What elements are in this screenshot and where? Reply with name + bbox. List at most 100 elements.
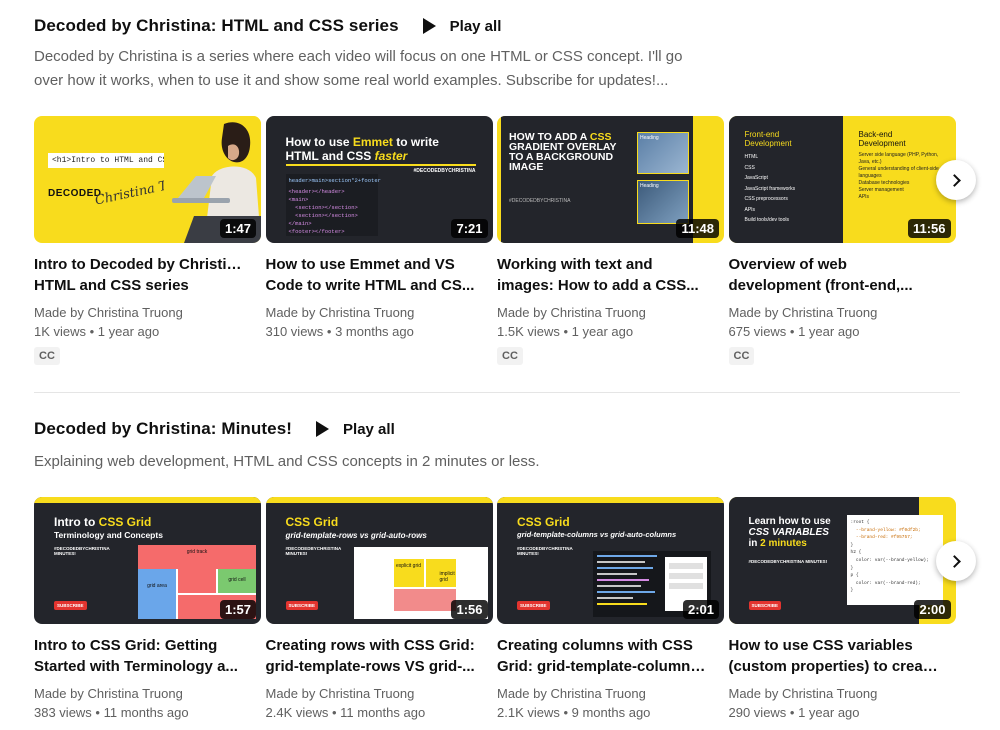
- thumb-text: Learn how to use: [748, 516, 831, 527]
- section-header: Decoded by Christina: Minutes! Play all: [34, 419, 395, 439]
- channel-name[interactable]: Made by Christina Truong: [729, 304, 956, 322]
- thumb-tag: #DECODEDBYCHRISTINA: [509, 198, 571, 204]
- channel-name[interactable]: Made by Christina Truong: [266, 685, 493, 703]
- video-card[interactable]: CSS Grid grid-template-rows vs grid-auto…: [265, 497, 493, 723]
- title-line: Intro to CSS Grid: Getting: [34, 637, 218, 654]
- subscribe-badge: SUBSCRIBE: [748, 601, 782, 610]
- video-thumbnail[interactable]: <h1>Intro to HTML and CSS</h1> DECODED C…: [34, 116, 261, 243]
- list-item: General understanding of client-side lan…: [858, 166, 939, 179]
- thumb-subheading: grid-template-columns vs grid-auto-colum…: [517, 530, 677, 539]
- section-title[interactable]: Decoded by Christina: HTML and CSS serie…: [34, 16, 399, 36]
- section-header: Decoded by Christina: HTML and CSS serie…: [34, 16, 501, 36]
- thumb-text: CSS Grid: [98, 515, 152, 529]
- code-line: h2 {: [850, 550, 862, 556]
- play-all-button[interactable]: Play all: [316, 421, 395, 438]
- thumb-subheading: Terminology and Concepts: [54, 530, 163, 540]
- thumb-text: CSS VARIABLES: [748, 527, 829, 538]
- list-item: Server side language (PHP, Python, Java,…: [858, 152, 939, 165]
- video-thumbnail[interactable]: Intro to CSS Grid Terminology and Concep…: [34, 497, 261, 624]
- thumb-text: in: [748, 538, 761, 549]
- section-description: Decoded by Christina is a series where e…: [34, 45, 714, 93]
- video-card[interactable]: <h1>Intro to HTML and CSS</h1> DECODED C…: [34, 116, 261, 365]
- video-card[interactable]: How to use Emmet to write HTML and CSS f…: [265, 116, 493, 365]
- channel-name[interactable]: Made by Christina Truong: [497, 685, 724, 703]
- video-thumbnail[interactable]: Front-end Development HTML CSS JavaScrip…: [728, 116, 956, 243]
- title-line: How to use CSS variables: [728, 637, 913, 654]
- play-all-label: Play all: [343, 420, 395, 438]
- video-title[interactable]: Working with text and images: How to add…: [497, 254, 707, 296]
- title-line: Grid: grid-template-columns...: [497, 658, 707, 675]
- thumb-image-card: Heading: [637, 132, 689, 174]
- video-card[interactable]: CSS Grid grid-template-columns vs grid-a…: [497, 497, 724, 723]
- video-meta: 383 views • 11 months ago: [34, 705, 189, 720]
- video-title[interactable]: Creating columns with CSS Grid: grid-tem…: [497, 635, 707, 677]
- title-line: Code to write HTML and CS...: [265, 277, 475, 294]
- list-item: Database technologies: [858, 180, 910, 186]
- code-line: <footer></footer>: [288, 228, 345, 235]
- implicit-grid: implicit grid: [439, 571, 455, 583]
- thumb-heading: How to use Emmet to write HTML and CSS f…: [285, 135, 439, 164]
- video-thumbnail[interactable]: How to use Emmet to write HTML and CSS f…: [265, 116, 493, 243]
- video-title[interactable]: Overview of web development (front-end,.…: [729, 254, 939, 296]
- video-thumbnail[interactable]: HOW TO ADD A CSS GRADIENT OVERLAY TO A B…: [497, 116, 724, 243]
- thumb-back-list: Server side language (PHP, Python, Java,…: [859, 152, 944, 201]
- channel-name[interactable]: Made by Christina Truong: [729, 685, 956, 703]
- channel-name[interactable]: Made by Christina Truong: [34, 685, 261, 703]
- video-thumbnail[interactable]: Learn how to use CSS VARIABLES in 2 minu…: [728, 497, 956, 624]
- thumb-text: HTML and CSS: [285, 148, 375, 163]
- title-line: Started with Terminology a...: [34, 658, 238, 675]
- description-line: Decoded by Christina is a series where e…: [34, 48, 683, 65]
- chevron-right-icon: [948, 173, 961, 187]
- video-meta: 675 views • 1 year ago: [728, 324, 860, 339]
- code-line: <main>: [288, 196, 309, 203]
- channel-name[interactable]: Made by Christina Truong: [34, 304, 261, 322]
- list-item: JavaScript: [744, 175, 768, 181]
- video-card[interactable]: HOW TO ADD A CSS GRADIENT OVERLAY TO A B…: [497, 116, 724, 365]
- video-meta: 2.1K views • 9 months ago: [497, 705, 651, 720]
- video-title[interactable]: How to use Emmet and VS Code to write HT…: [266, 254, 476, 296]
- title-line: Overview of web: [728, 256, 847, 273]
- thumb-heading: CSS Grid: [285, 515, 339, 529]
- video-thumbnail[interactable]: CSS Grid grid-template-rows vs grid-auto…: [265, 497, 493, 624]
- grid-track: grid track: [138, 545, 256, 569]
- video-card[interactable]: Intro to CSS Grid Terminology and Concep…: [34, 497, 261, 723]
- title-line: grid-template-rows VS grid-...: [265, 658, 475, 675]
- video-title[interactable]: Creating rows with CSS Grid: grid-templa…: [266, 635, 476, 677]
- thumb-tag: #DECODEDBYCHRISTINA MINUTES!: [54, 546, 110, 556]
- play-icon: [316, 421, 330, 437]
- code-line: }: [850, 542, 854, 548]
- video-title[interactable]: Intro to Decoded by Christina: HTML and …: [34, 254, 244, 296]
- section-description: Explaining web development, HTML and CSS…: [34, 450, 714, 474]
- next-button[interactable]: [936, 541, 976, 581]
- channel-name[interactable]: Made by Christina Truong: [497, 304, 724, 322]
- playlist-section-minutes: Decoded by Christina: Minutes! Play all …: [34, 392, 976, 720]
- play-all-button[interactable]: Play all: [422, 18, 501, 35]
- thumb-text: IMAGE: [509, 161, 544, 173]
- list-item: APIs: [744, 206, 756, 213]
- thumb-top-bar: [34, 497, 261, 503]
- thumb-tag: #DECODEDBYCHRISTINA MINUTES!: [517, 546, 573, 556]
- video-title[interactable]: Intro to CSS Grid: Getting Started with …: [34, 635, 244, 677]
- title-line: images: How to add a CSS...: [497, 277, 699, 294]
- section-title[interactable]: Decoded by Christina: Minutes!: [34, 419, 292, 439]
- list-item: Build tools/dev tools: [744, 217, 789, 223]
- video-thumbnail[interactable]: CSS Grid grid-template-columns vs grid-a…: [497, 497, 724, 624]
- code-line: }: [850, 565, 854, 571]
- thumb-image-card: Heading: [637, 180, 689, 224]
- code-line: <section></section>: [288, 204, 358, 211]
- code-line: </main>: [288, 220, 312, 227]
- title-line: (custom properties) to creat...: [728, 658, 939, 675]
- video-card[interactable]: Learn how to use CSS VARIABLES in 2 minu…: [728, 497, 956, 723]
- video-row: Intro to CSS Grid Terminology and Concep…: [34, 497, 960, 723]
- video-title[interactable]: How to use CSS variables (custom propert…: [729, 635, 939, 677]
- list-item: CSS: [744, 164, 755, 171]
- duration-badge: 2:00: [914, 600, 951, 619]
- channel-name[interactable]: Made by Christina Truong: [266, 304, 493, 322]
- cc-badge: CC: [497, 347, 523, 365]
- thumb-divider: [285, 164, 476, 166]
- thumb-front-title: Front-end Development: [744, 130, 792, 148]
- video-card[interactable]: Front-end Development HTML CSS JavaScrip…: [728, 116, 956, 365]
- thumb-heading: CSS Grid: [517, 515, 570, 529]
- next-button[interactable]: [936, 160, 976, 200]
- list-item: CSS preprocessors: [744, 196, 788, 202]
